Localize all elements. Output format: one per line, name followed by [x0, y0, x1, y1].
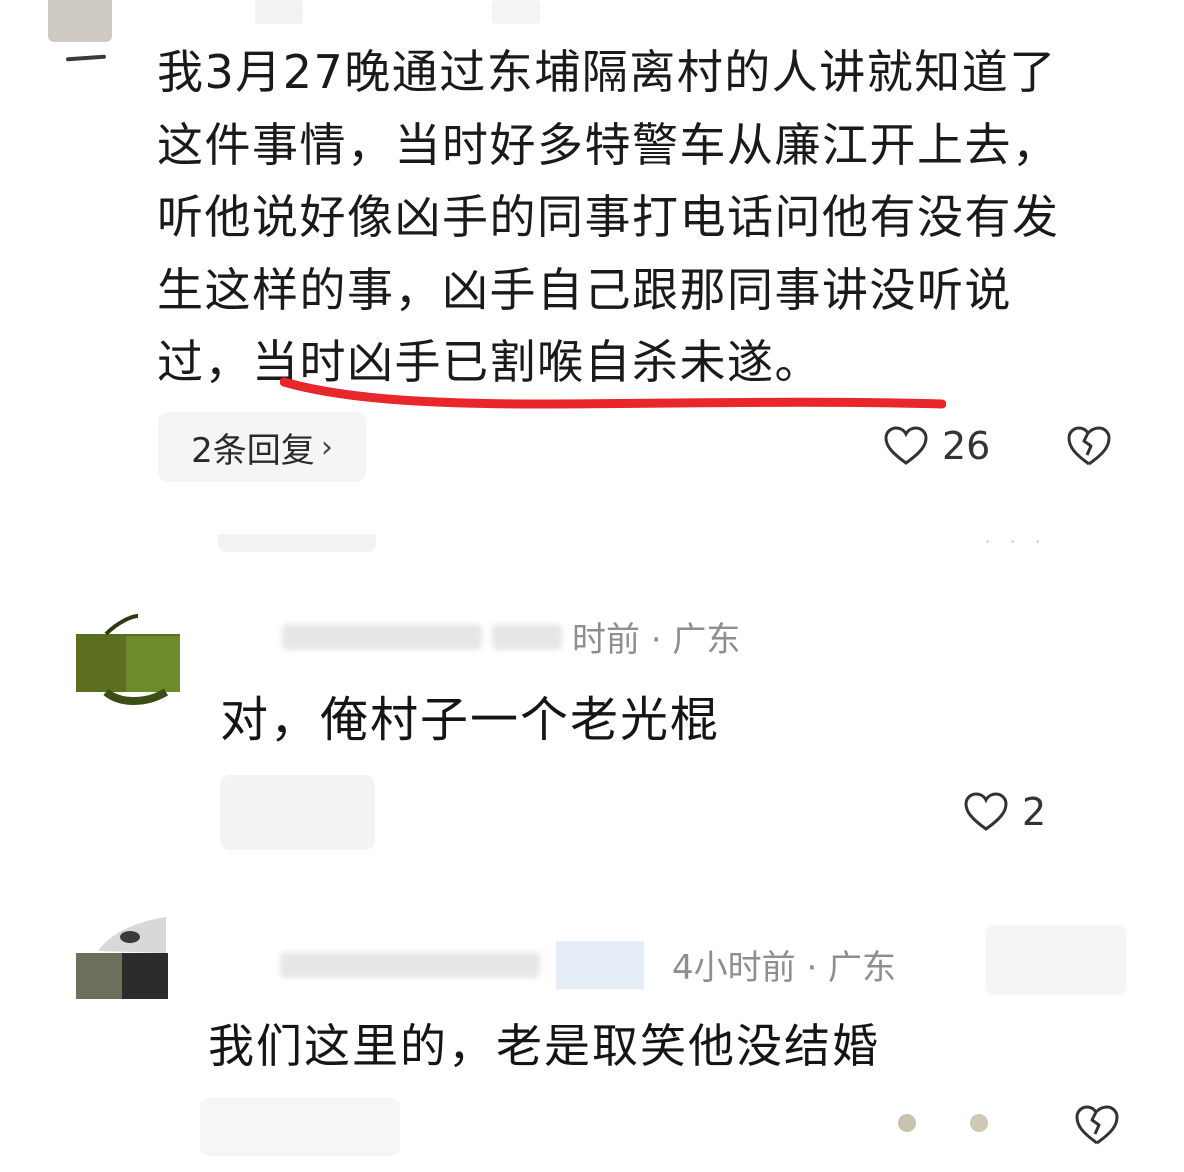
divider-mark: [65, 54, 107, 62]
avatar[interactable]: [76, 915, 168, 999]
like-count: 26: [942, 424, 991, 468]
view-replies-button[interactable]: 2条回复 ›: [158, 412, 366, 482]
broken-heart-icon[interactable]: [1066, 425, 1112, 467]
blurred-region: [898, 1114, 988, 1132]
view-replies-label: 2条回复: [191, 430, 315, 471]
blurred-region: ···: [985, 532, 1061, 551]
reply-meta: 时前 · 广东: [282, 612, 740, 661]
heart-outline-icon: [884, 426, 928, 466]
reply-timestamp-location: 时前 · 广东: [572, 620, 741, 660]
comment-text: 我3月27晚通过东埔隔离村的人讲就知道了 这件事情，当时好多特警车从廉江开上去，…: [157, 45, 1060, 389]
blurred-region: [220, 775, 375, 850]
like-button[interactable]: 2: [964, 790, 1046, 834]
like-button[interactable]: 26: [884, 424, 990, 468]
red-underline-annotation: [280, 377, 946, 409]
blurred-username: [282, 623, 482, 650]
avatar[interactable]: [76, 614, 180, 706]
blurred-region: [200, 1098, 400, 1156]
reply-text: 我们这里的，老是取笑他没结婚: [208, 1019, 880, 1073]
chevron-right-icon: ›: [320, 429, 333, 465]
blurred-region: [218, 534, 376, 552]
like-count: 2: [1022, 790, 1047, 834]
blurred-region: [255, 0, 303, 24]
blurred-region: [986, 925, 1126, 995]
blurred-region: [492, 623, 562, 650]
blurred-username: [280, 951, 540, 978]
avatar[interactable]: [48, 0, 112, 42]
reply-meta: 4小时前 · 广东: [280, 940, 896, 989]
blurred-region: [556, 940, 644, 989]
reply-timestamp-location: 4小时前 · 广东: [672, 948, 897, 988]
reply-text: 对，俺村子一个老光棍: [220, 692, 721, 748]
heart-outline-icon: [964, 792, 1008, 832]
broken-heart-icon[interactable]: [1074, 1104, 1120, 1146]
blurred-region: [492, 0, 540, 24]
